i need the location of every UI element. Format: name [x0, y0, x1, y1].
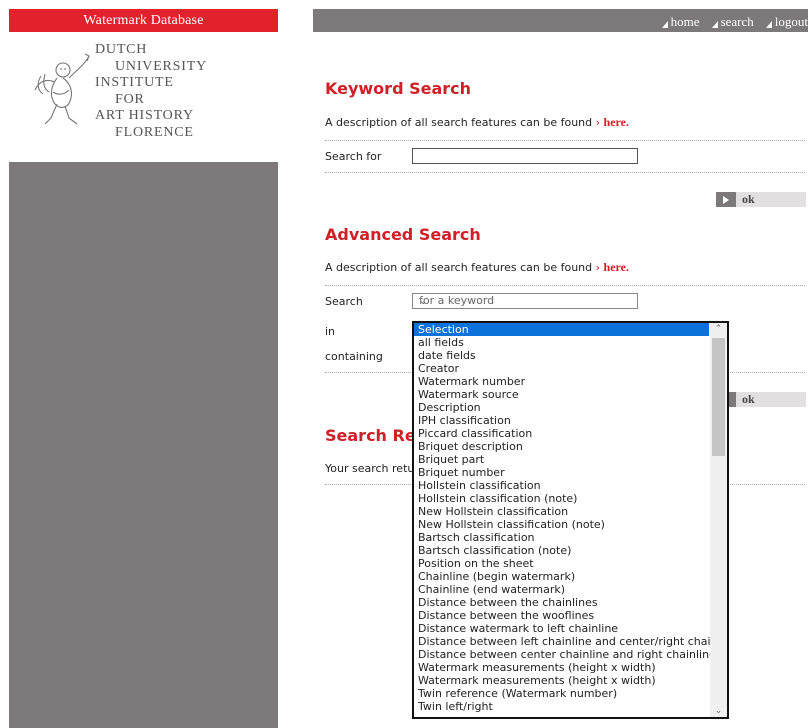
institute-name: DUTCH UNIVERSITY INSTITUTE FOR ART HISTO… — [95, 42, 207, 141]
nav-logout-link[interactable]: logout — [765, 14, 808, 30]
nav-home-link[interactable]: home — [661, 14, 700, 30]
institute-line: UNIVERSITY — [115, 58, 207, 74]
nav-search-label: search — [720, 14, 754, 29]
dropdown-option[interactable]: Description — [414, 401, 709, 414]
dropdown-option[interactable]: Distance watermark to left chainline — [414, 622, 709, 635]
description-text: A description of all search features can… — [325, 261, 593, 274]
description-text: A description of all search features can… — [325, 116, 593, 129]
institute-line: DUTCH — [95, 42, 148, 57]
institute-line: ART HISTORY — [95, 108, 194, 123]
dropdown-option[interactable]: New Hollstein classification (note) — [414, 518, 709, 531]
institute-line: INSTITUTE — [95, 75, 174, 90]
triangle-icon — [661, 21, 668, 28]
dropdown-option[interactable]: Distance between the wooflines — [414, 609, 709, 622]
dropdown-option[interactable]: Chainline (begin watermark) — [414, 570, 709, 583]
play-arrow-icon — [716, 192, 736, 207]
keyword-search-heading: Keyword Search — [325, 79, 472, 98]
institute-line: FLORENCE — [115, 124, 194, 140]
chevron-down-icon: ⌄ — [419, 296, 428, 307]
nav-search-link[interactable]: search — [711, 14, 754, 30]
dropdown-option[interactable]: date fields — [414, 349, 709, 362]
in-label: in — [325, 325, 336, 338]
triangle-icon — [765, 21, 772, 28]
containing-label: containing — [325, 350, 383, 363]
advanced-description: A description of all search features can… — [325, 260, 629, 275]
advanced-search-heading: Advanced Search — [325, 225, 481, 244]
institute-logo[interactable]: DUTCH UNIVERSITY INSTITUTE FOR ART HISTO… — [9, 32, 278, 162]
dropdown-option[interactable]: Twin left/right — [414, 700, 709, 713]
description-here-link[interactable]: here. — [604, 115, 629, 129]
keyword-description: A description of all search features can… — [325, 115, 629, 130]
sidebar: Watermark Database DUTCH UNIVERSITY INST… — [9, 9, 278, 728]
ok-label: ok — [742, 192, 755, 206]
divider — [325, 285, 805, 286]
cherub-logo-icon — [34, 53, 90, 125]
dropdown-scrollbar[interactable]: ⌃ ⌄ — [710, 323, 727, 717]
field-dropdown-list[interactable]: Selection all fields date fields Creator… — [412, 321, 729, 719]
nav-logout-label: logout — [774, 14, 808, 29]
divider — [325, 172, 805, 173]
search-type-select[interactable]: for a keyword ⌄ — [412, 293, 638, 309]
dropdown-option[interactable]: Watermark source — [414, 388, 709, 401]
ok-label: ok — [742, 392, 755, 406]
dropdown-option[interactable]: Hollstein classification (note) — [414, 492, 709, 505]
top-nav: home search logout — [650, 9, 808, 32]
description-here-link[interactable]: here. — [604, 260, 629, 274]
dropdown-option[interactable]: New Hollstein classification — [414, 505, 709, 518]
arrow-right-icon: › — [595, 261, 601, 274]
dropdown-option[interactable]: Chainline (end watermark) — [414, 583, 709, 596]
dropdown-option[interactable]: Bartsch classification — [414, 531, 709, 544]
dropdown-option[interactable]: Creator — [414, 362, 709, 375]
search-label: Search — [325, 295, 363, 308]
dropdown-option[interactable]: Briquet part — [414, 453, 709, 466]
keyword-ok-button[interactable]: ok — [716, 192, 806, 207]
keyword-search-input[interactable] — [412, 148, 638, 164]
dropdown-option[interactable]: all fields — [414, 336, 709, 349]
scroll-down-icon[interactable]: ⌄ — [710, 706, 727, 716]
search-results-heading: Search Res — [325, 426, 426, 445]
dropdown-options: Selection all fields date fields Creator… — [414, 323, 727, 713]
dropdown-option[interactable]: Piccard classification — [414, 427, 709, 440]
search-results-text: Your search retur — [325, 462, 419, 475]
dropdown-option[interactable]: Briquet description — [414, 440, 709, 453]
scroll-thumb[interactable] — [712, 338, 725, 456]
institute-line: FOR — [115, 91, 145, 107]
top-bar: home search logout — [313, 9, 808, 32]
dropdown-option[interactable]: Watermark measurements (height x width) — [414, 661, 709, 674]
arrow-right-icon: › — [595, 116, 601, 129]
divider — [325, 140, 805, 141]
dropdown-option[interactable]: Briquet number — [414, 466, 709, 479]
advanced-ok-button[interactable]: ok — [716, 392, 806, 407]
dropdown-option[interactable]: Distance between left chainline and cent… — [414, 635, 727, 648]
dropdown-option[interactable]: Hollstein classification — [414, 479, 709, 492]
dropdown-option[interactable]: Bartsch classification (note) — [414, 544, 709, 557]
scroll-up-icon[interactable]: ⌃ — [710, 324, 727, 334]
brand-title: Watermark Database — [9, 9, 278, 32]
triangle-icon — [711, 21, 718, 28]
search-for-label: Search for — [325, 150, 382, 163]
nav-home-label: home — [670, 14, 700, 29]
dropdown-option[interactable]: Watermark measurements (height x width) — [414, 674, 709, 687]
dropdown-option[interactable]: Distance between the chainlines — [414, 596, 709, 609]
dropdown-option[interactable]: Selection — [414, 323, 709, 336]
dropdown-option[interactable]: IPH classification — [414, 414, 709, 427]
dropdown-option[interactable]: Twin reference (Watermark number) — [414, 687, 709, 700]
dropdown-option[interactable]: Watermark number — [414, 375, 709, 388]
dropdown-option[interactable]: Position on the sheet — [414, 557, 709, 570]
dropdown-option[interactable]: Distance between center chainline and ri… — [414, 648, 716, 661]
